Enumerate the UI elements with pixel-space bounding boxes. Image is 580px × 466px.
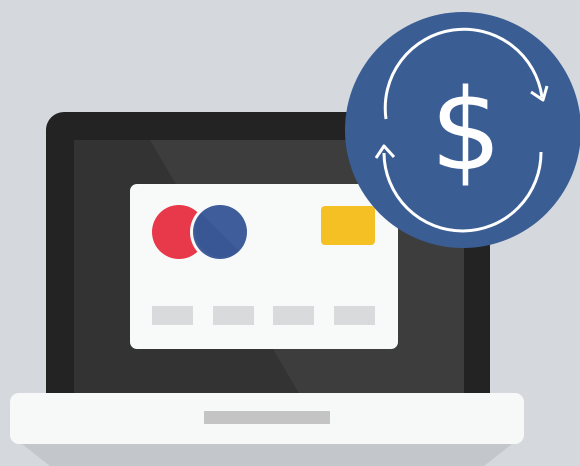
laptop-base-shadow [22, 444, 512, 466]
card-chip [321, 206, 375, 245]
currency-exchange-icon: $ [345, 12, 580, 248]
illustration-canvas: $ [10, 12, 580, 466]
card-number-block-3 [273, 306, 314, 325]
payment-illustration: $ [0, 0, 580, 466]
laptop-trackpad-notch [204, 411, 330, 424]
card-number-block-4 [334, 306, 375, 325]
card-number-block-2 [213, 306, 254, 325]
dollar-sign-icon: $ [430, 66, 501, 196]
card-number-block-1 [152, 306, 193, 325]
credit-card-icon [130, 184, 398, 349]
